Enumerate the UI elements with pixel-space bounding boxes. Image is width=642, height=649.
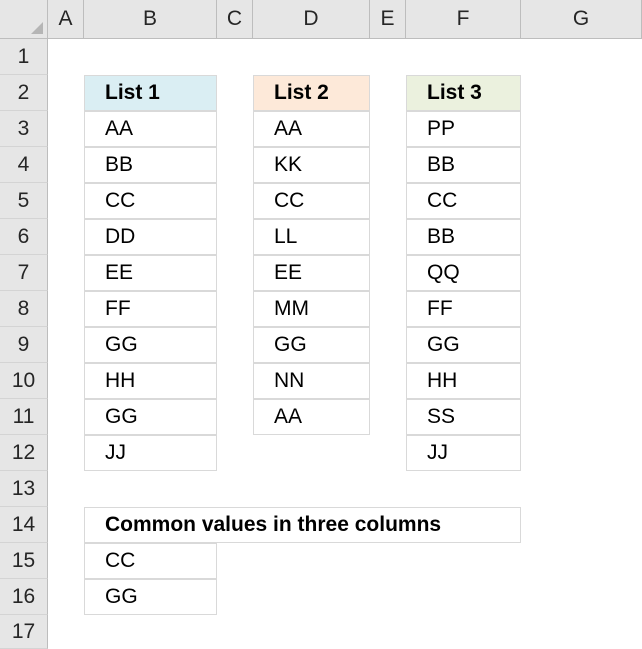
list1-cell[interactable]: FF xyxy=(84,291,217,327)
column-header-b[interactable]: B xyxy=(84,0,217,39)
list1-cell[interactable]: DD xyxy=(84,219,217,255)
list3-cell[interactable]: QQ xyxy=(406,255,521,291)
list1-cell[interactable]: BB xyxy=(84,147,217,183)
row-header[interactable]: 8 xyxy=(0,291,48,327)
list3-cell[interactable]: FF xyxy=(406,291,521,327)
row-header[interactable]: 2 xyxy=(0,75,48,111)
column-header-f[interactable]: F xyxy=(406,0,521,39)
list1-cell[interactable]: HH xyxy=(84,363,217,399)
column-header-e[interactable]: E xyxy=(370,0,406,39)
common-values-header[interactable]: Common values in three columns xyxy=(84,507,521,543)
list2-cell[interactable]: KK xyxy=(253,147,370,183)
list2-header[interactable]: List 2 xyxy=(253,75,370,111)
list3-cell[interactable]: BB xyxy=(406,147,521,183)
common-value-cell[interactable]: GG xyxy=(84,579,217,615)
list2-cell[interactable]: CC xyxy=(253,183,370,219)
column-header-g[interactable]: G xyxy=(521,0,642,39)
row-header[interactable]: 3 xyxy=(0,111,48,147)
list3-cell[interactable]: PP xyxy=(406,111,521,147)
row-header[interactable]: 9 xyxy=(0,327,48,363)
list3-cell[interactable]: SS xyxy=(406,399,521,435)
list3-cell[interactable]: JJ xyxy=(406,435,521,471)
list2-cell[interactable]: GG xyxy=(253,327,370,363)
row-header[interactable]: 7 xyxy=(0,255,48,291)
column-header-d[interactable]: D xyxy=(253,0,370,39)
row-header[interactable]: 5 xyxy=(0,183,48,219)
list2-cell[interactable]: AA xyxy=(253,111,370,147)
row-header[interactable]: 12 xyxy=(0,435,48,471)
list3-cell[interactable]: BB xyxy=(406,219,521,255)
row-header[interactable]: 1 xyxy=(0,39,48,75)
column-header-a[interactable]: A xyxy=(48,0,84,39)
list3-cell[interactable]: CC xyxy=(406,183,521,219)
list1-cell[interactable]: CC xyxy=(84,183,217,219)
column-header-c[interactable]: C xyxy=(217,0,253,39)
list2-cell[interactable]: LL xyxy=(253,219,370,255)
row-header[interactable]: 13 xyxy=(0,471,48,507)
select-all-corner[interactable] xyxy=(0,0,48,39)
row-header[interactable]: 6 xyxy=(0,219,48,255)
list2-cell[interactable]: AA xyxy=(253,399,370,435)
list2-cell[interactable]: MM xyxy=(253,291,370,327)
list1-cell[interactable]: JJ xyxy=(84,435,217,471)
list3-header[interactable]: List 3 xyxy=(406,75,521,111)
list2-cell[interactable]: NN xyxy=(253,363,370,399)
row-header[interactable]: 17 xyxy=(0,615,48,649)
row-header[interactable]: 15 xyxy=(0,543,48,579)
list1-cell[interactable]: AA xyxy=(84,111,217,147)
list1-cell[interactable]: GG xyxy=(84,327,217,363)
row-header[interactable]: 10 xyxy=(0,363,48,399)
list1-cell[interactable]: EE xyxy=(84,255,217,291)
list1-header[interactable]: List 1 xyxy=(84,75,217,111)
row-header[interactable]: 4 xyxy=(0,147,48,183)
row-header[interactable]: 16 xyxy=(0,579,48,615)
list1-cell[interactable]: GG xyxy=(84,399,217,435)
list3-cell[interactable]: GG xyxy=(406,327,521,363)
row-header[interactable]: 11 xyxy=(0,399,48,435)
list3-cell[interactable]: HH xyxy=(406,363,521,399)
row-header[interactable]: 14 xyxy=(0,507,48,543)
select-all-triangle-icon xyxy=(31,22,43,34)
common-value-cell[interactable]: CC xyxy=(84,543,217,579)
list2-cell[interactable]: EE xyxy=(253,255,370,291)
spreadsheet-grid: A B C D E F G 1 2 3 4 5 6 7 8 9 10 11 12… xyxy=(0,0,642,649)
